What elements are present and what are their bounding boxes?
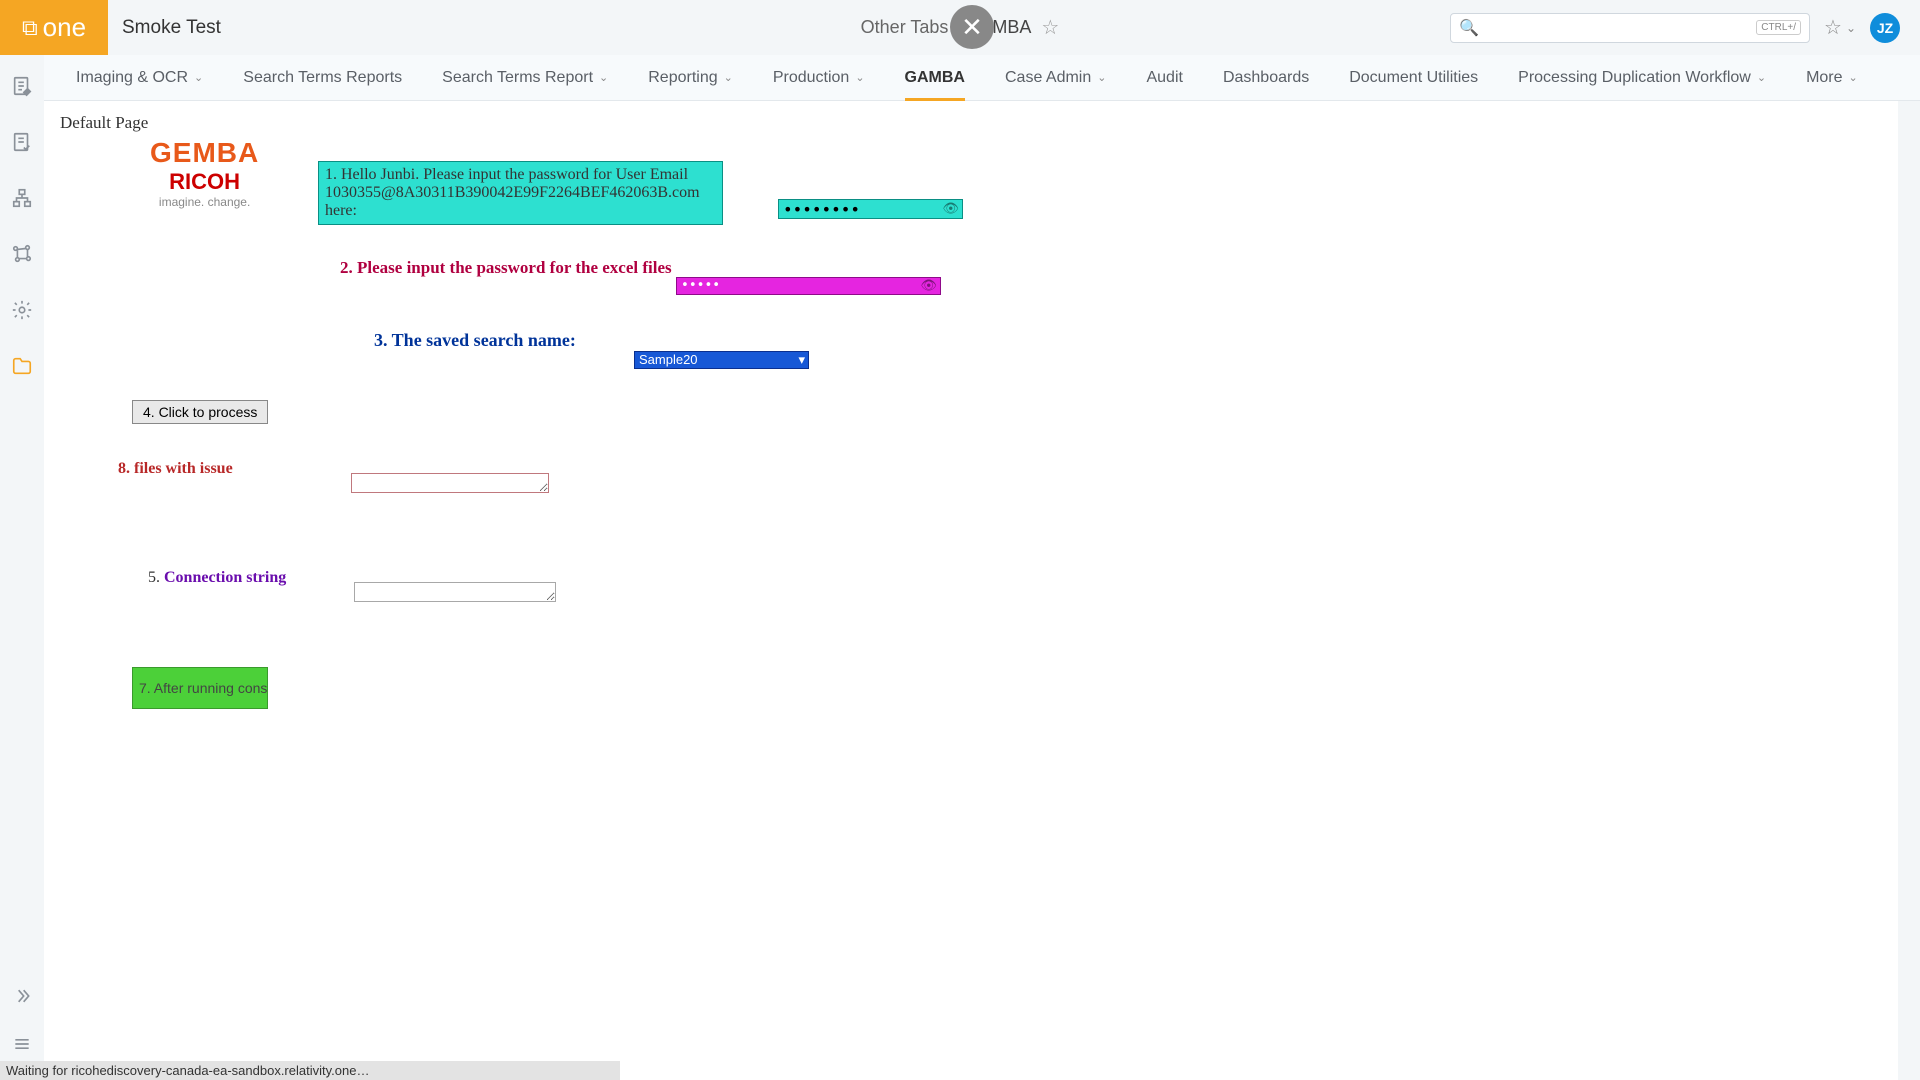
tab-production[interactable]: Production ⌄ <box>773 55 865 101</box>
files-issue-textarea[interactable] <box>351 473 549 493</box>
prompt-2-label: 2. Please input the password for the exc… <box>340 258 672 278</box>
tab-audit[interactable]: Audit <box>1146 55 1182 101</box>
chevron-down-icon: ⌄ <box>1757 71 1766 84</box>
doc-check-icon[interactable] <box>11 131 33 159</box>
tab-label: More <box>1806 69 1842 87</box>
app-header: ⧉ one Smoke Test ✕ Other Tabs › GAMBA ☆ … <box>0 0 1920 55</box>
tab-label: Processing Duplication Workflow <box>1518 69 1751 87</box>
prompt-5-num: 5. <box>148 569 164 586</box>
star-icon[interactable]: ☆ <box>1041 15 1059 40</box>
hierarchy-icon[interactable] <box>11 187 33 215</box>
page-title: Default Page <box>60 113 1882 133</box>
prompt-5-label: 5. Connection string <box>148 569 286 587</box>
after-running-button[interactable]: 7. After running cons <box>132 667 268 709</box>
global-search[interactable]: 🔍 CTRL+/ <box>1450 13 1810 43</box>
tab-document-utilities[interactable]: Document Utilities <box>1349 55 1478 101</box>
chevron-down-icon: ⌄ <box>1846 21 1856 35</box>
chevron-down-icon: ⌄ <box>599 71 608 84</box>
header-right: 🔍 CTRL+/ ☆ ⌄ JZ <box>1450 13 1900 43</box>
tab-label: Search Terms Report <box>442 69 593 87</box>
tab-gamba[interactable]: GAMBA <box>905 55 965 101</box>
chevron-down-icon: ⌄ <box>1097 71 1106 84</box>
brand-logo[interactable]: ⧉ one <box>0 0 108 55</box>
password-1-value: •••••••• <box>783 200 860 219</box>
gemba-logo-line1: GEMBA <box>150 137 259 169</box>
eye-icon[interactable]: 👁 <box>942 202 959 217</box>
tab-reporting[interactable]: Reporting ⌄ <box>648 55 733 101</box>
search-icon: 🔍 <box>1459 18 1479 38</box>
eye-icon[interactable]: 👁 <box>920 279 937 294</box>
global-search-input[interactable] <box>1487 20 1756 35</box>
prompt-8-label: 8. files with issue <box>118 460 233 478</box>
saved-search-value: Sample20 <box>639 352 698 367</box>
search-shortcut-hint: CTRL+/ <box>1756 20 1801 35</box>
brand-icon: ⧉ <box>22 15 38 41</box>
tab-label: Audit <box>1146 69 1182 87</box>
star-icon: ☆ <box>1824 15 1842 40</box>
password-2-input[interactable]: ••••• 👁 <box>676 277 941 295</box>
connection-string-textarea[interactable] <box>354 582 556 602</box>
gemba-logo-line2: RICOH <box>150 169 259 195</box>
gemba-logo-line3: imagine. change. <box>150 195 259 209</box>
tab-label: Production <box>773 69 850 87</box>
status-bar: Waiting for ricohediscovery-canada-ea-sa… <box>0 1061 620 1080</box>
brand-text: one <box>43 12 86 43</box>
tab-label: GAMBA <box>905 69 965 87</box>
chevron-down-icon: ⌄ <box>1849 71 1858 84</box>
chevron-down-icon: ⌄ <box>194 71 203 84</box>
gemba-logo: GEMBA RICOH imagine. change. <box>150 137 259 209</box>
prompt-3-label: 3. The saved search name: <box>374 330 576 351</box>
tab-dashboards[interactable]: Dashboards <box>1223 55 1309 101</box>
graph-icon[interactable] <box>11 243 33 271</box>
password-1-input[interactable]: •••••••• 👁 <box>778 199 963 219</box>
gear-icon[interactable] <box>11 299 33 327</box>
tab-label: Imaging & OCR <box>76 69 188 87</box>
menu-icon[interactable] <box>12 1034 32 1060</box>
tab-processing-duplication-workflow[interactable]: Processing Duplication Workflow ⌄ <box>1518 55 1766 101</box>
tab-label: Search Terms Reports <box>243 69 402 87</box>
tab-case-admin[interactable]: Case Admin ⌄ <box>1005 55 1106 101</box>
favorites-dropdown[interactable]: ☆ ⌄ <box>1824 15 1856 40</box>
user-avatar[interactable]: JZ <box>1870 13 1900 43</box>
saved-search-select[interactable]: Sample20 ▾ <box>634 351 809 369</box>
folder-icon[interactable] <box>11 355 33 383</box>
password-2-value: ••••• <box>681 278 720 293</box>
process-button[interactable]: 4. Click to process <box>132 400 268 424</box>
tab-imaging-ocr[interactable]: Imaging & OCR ⌄ <box>76 55 203 101</box>
expand-rail-icon[interactable] <box>12 986 32 1012</box>
chevron-down-icon: ⌄ <box>724 71 733 84</box>
dropdown-icon: ▾ <box>798 352 805 368</box>
breadcrumb-parent[interactable]: Other Tabs <box>861 17 949 38</box>
tab-search-terms-reports[interactable]: Search Terms Reports <box>243 55 402 101</box>
doc-edit-icon[interactable] <box>11 75 33 103</box>
prompt-1-label: 1. Hello Junbi. Please input the passwor… <box>318 161 723 225</box>
chevron-down-icon: ⌄ <box>855 71 864 84</box>
tab-search-terms-report[interactable]: Search Terms Report ⌄ <box>442 55 608 101</box>
prompt-5-text: Connection string <box>164 569 286 586</box>
tab-more[interactable]: More ⌄ <box>1806 55 1858 101</box>
tab-nav: Imaging & OCR ⌄ Search Terms Reports Search… <box>44 55 1920 101</box>
left-rail <box>0 55 44 1080</box>
tab-label: Document Utilities <box>1349 69 1478 87</box>
tab-label: Case Admin <box>1005 69 1091 87</box>
tab-label: Dashboards <box>1223 69 1309 87</box>
workspace-title[interactable]: Smoke Test <box>122 17 221 39</box>
close-overlay-icon[interactable]: ✕ <box>950 5 994 49</box>
tab-label: Reporting <box>648 69 717 87</box>
content-area: Default Page GEMBA RICOH imagine. change… <box>44 101 1898 1080</box>
